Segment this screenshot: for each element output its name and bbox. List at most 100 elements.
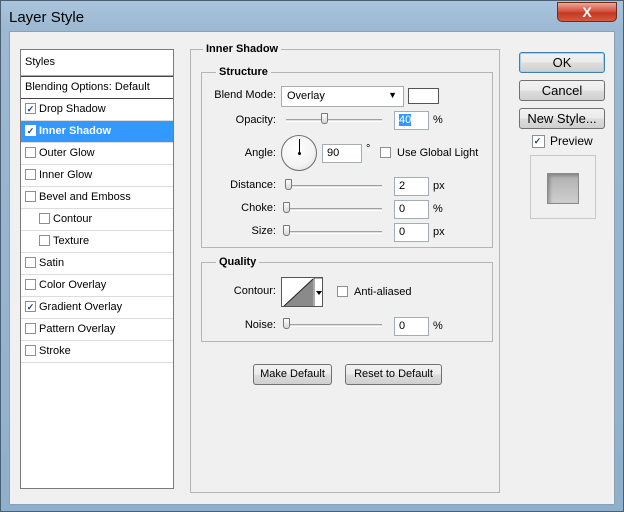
angle-dial[interactable] (281, 135, 317, 171)
style-item-checkbox[interactable] (25, 301, 36, 312)
style-item-bevel-and-emboss[interactable]: Bevel and Emboss (21, 187, 173, 209)
style-item-label: Inner Shadow (39, 125, 112, 137)
close-button[interactable]: X (557, 2, 617, 22)
choke-slider-thumb[interactable] (283, 202, 290, 213)
choke-input[interactable]: 0 (394, 200, 429, 219)
preview-checkbox[interactable] (532, 135, 545, 148)
style-item-inner-shadow[interactable]: Inner Shadow (21, 121, 173, 143)
style-item-checkbox[interactable] (39, 213, 50, 224)
inner-shadow-title: Inner Shadow (203, 43, 282, 55)
style-item-checkbox[interactable] (25, 279, 36, 290)
style-item-checkbox[interactable] (25, 169, 36, 180)
style-item-color-overlay[interactable]: Color Overlay (21, 275, 173, 297)
cancel-button[interactable]: Cancel (519, 80, 605, 101)
angle-label: Angle: (244, 147, 276, 159)
choke-unit: % (433, 203, 443, 215)
use-global-light-label: Use Global Light (397, 147, 479, 159)
style-item-satin[interactable]: Satin (21, 253, 173, 275)
distance-label: Distance: (230, 179, 276, 191)
preview-label: Preview (550, 134, 593, 148)
title-bar[interactable]: Layer Style X (1, 1, 623, 35)
size-input[interactable]: 0 (394, 223, 429, 242)
dialog-client-area: Styles Blending Options: Default Drop Sh… (9, 31, 615, 505)
choke-slider[interactable] (286, 208, 382, 211)
style-item-outer-glow[interactable]: Outer Glow (21, 143, 173, 165)
style-item-checkbox[interactable] (25, 125, 36, 136)
contour-label: Contour: (233, 285, 276, 297)
size-slider[interactable] (286, 231, 382, 234)
style-item-checkbox[interactable] (25, 345, 36, 356)
shadow-color-swatch[interactable] (408, 88, 439, 104)
blending-options-label: Blending Options: Default (25, 81, 150, 93)
structure-group: Structure Blend Mode: Overlay ▼ Opacity:… (201, 66, 493, 248)
style-item-checkbox[interactable] (25, 103, 36, 114)
style-item-drop-shadow[interactable]: Drop Shadow (21, 99, 173, 121)
use-global-light-checkbox[interactable] (380, 147, 391, 158)
style-item-label: Inner Glow (39, 169, 93, 181)
quality-title: Quality (216, 256, 260, 268)
quality-group: Quality Contour: Anti-aliased Noise: 0 % (201, 256, 493, 342)
blend-mode-value: Overlay (287, 90, 325, 102)
distance-input[interactable]: 2 (394, 177, 429, 196)
style-item-checkbox[interactable] (25, 147, 36, 158)
noise-unit: % (433, 320, 443, 332)
choke-value: 0 (399, 203, 406, 215)
blending-options-item[interactable]: Blending Options: Default (21, 76, 173, 99)
opacity-label: Opacity: (235, 114, 276, 126)
anti-aliased-checkbox[interactable] (337, 286, 348, 297)
structure-title: Structure (216, 66, 271, 78)
noise-label: Noise: (244, 319, 276, 331)
angle-input[interactable]: 90 (322, 144, 362, 163)
opacity-value: 40 (399, 114, 412, 126)
new-style-button[interactable]: New Style... (519, 108, 605, 129)
blend-mode-select[interactable]: Overlay ▼ (281, 86, 404, 107)
style-item-inner-glow[interactable]: Inner Glow (21, 165, 173, 187)
chevron-down-icon: ▼ (388, 90, 397, 100)
style-item-checkbox[interactable] (39, 235, 50, 246)
distance-slider[interactable] (286, 185, 382, 188)
noise-input[interactable]: 0 (394, 317, 429, 336)
distance-unit: px (433, 180, 445, 192)
noise-slider-thumb[interactable] (283, 318, 290, 329)
angle-value: 90 (327, 147, 340, 159)
opacity-input[interactable]: 40 (394, 111, 429, 130)
opacity-slider-thumb[interactable] (321, 113, 329, 124)
style-item-gradient-overlay[interactable]: Gradient Overlay (21, 297, 173, 319)
size-slider-thumb[interactable] (283, 225, 290, 236)
style-item-stroke[interactable]: Stroke (21, 341, 173, 363)
inner-shadow-group: Inner Shadow Structure Blend Mode: Overl… (190, 43, 500, 493)
noise-slider[interactable] (286, 324, 382, 327)
contour-picker[interactable] (281, 277, 323, 307)
distance-slider-thumb[interactable] (285, 179, 292, 190)
style-item-label: Pattern Overlay (39, 323, 116, 335)
style-item-label: Satin (39, 257, 65, 269)
style-item-pattern-overlay[interactable]: Pattern Overlay (21, 319, 173, 341)
contour-curve-icon (283, 278, 322, 306)
style-item-checkbox[interactable] (25, 191, 36, 202)
style-item-checkbox[interactable] (25, 257, 36, 268)
style-item-label: Outer Glow (39, 147, 95, 159)
make-default-button[interactable]: Make Default (253, 364, 332, 385)
styles-header-label: Styles (25, 56, 55, 68)
reset-to-default-button[interactable]: Reset to Default (345, 364, 442, 385)
style-item-label: Color Overlay (39, 279, 107, 291)
style-item-label: Gradient Overlay (39, 301, 123, 313)
style-item-label: Stroke (39, 345, 71, 357)
size-unit: px (433, 226, 445, 238)
choke-label: Choke: (241, 202, 276, 214)
blend-mode-label: Blend Mode: (214, 89, 276, 101)
opacity-unit: % (433, 114, 443, 126)
window-title: Layer Style (9, 9, 85, 26)
distance-value: 2 (399, 180, 406, 192)
style-item-texture[interactable]: Texture (21, 231, 173, 253)
style-item-checkbox[interactable] (25, 323, 36, 334)
ok-button[interactable]: OK (519, 52, 605, 73)
angle-dial-needle (299, 139, 300, 153)
style-item-contour[interactable]: Contour (21, 209, 173, 231)
size-label: Size: (251, 225, 276, 237)
style-preview (530, 155, 596, 219)
styles-list-header[interactable]: Styles (21, 50, 173, 76)
opacity-slider[interactable] (286, 119, 382, 122)
angle-dial-center (298, 152, 301, 155)
layer-style-window: Layer Style X Styles Blending Options: D… (0, 0, 624, 512)
